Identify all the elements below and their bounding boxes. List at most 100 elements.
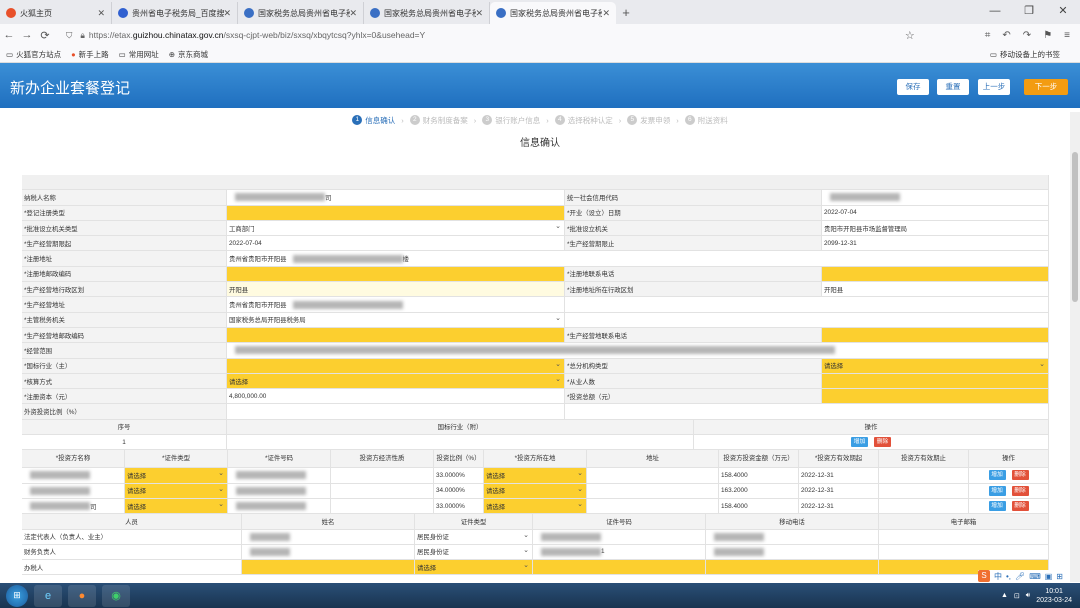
- network-icon[interactable]: ⊡: [1014, 592, 1020, 600]
- forward-icon[interactable]: →: [18, 29, 36, 41]
- location-select[interactable]: 请选择: [484, 498, 587, 514]
- person-email-field[interactable]: [879, 544, 1049, 560]
- amount-field[interactable]: 158.4000: [719, 468, 799, 483]
- person-email-field[interactable]: [879, 529, 1049, 544]
- business-scope-field[interactable]: [227, 343, 1049, 358]
- tab-close-icon[interactable]: ✕: [349, 8, 357, 19]
- field-value[interactable]: 开阳县: [822, 282, 1049, 297]
- start-date-field[interactable]: 2022-12-31: [799, 468, 879, 483]
- delete-button[interactable]: 删除: [874, 437, 891, 448]
- keyboard-icon[interactable]: ⌨: [1029, 572, 1041, 581]
- browser-tab[interactable]: 贵州省电子税务局_百度搜索 ✕: [112, 2, 238, 24]
- toolbox-icon[interactable]: ⊞: [1056, 572, 1063, 581]
- ratio-field[interactable]: 34.0000%: [434, 483, 484, 498]
- punctuation-icon[interactable]: •,: [1006, 572, 1011, 581]
- add-button[interactable]: 增加: [988, 470, 1006, 481]
- step-item[interactable]: 1 信息确认: [352, 115, 395, 126]
- scrollbar-thumb[interactable]: [1072, 152, 1078, 302]
- end-date-field[interactable]: [879, 468, 969, 483]
- menu-icon[interactable]: ≡: [1064, 30, 1070, 41]
- person-name-field[interactable]: [242, 544, 415, 560]
- field-value[interactable]: [227, 404, 565, 419]
- field-value[interactable]: [822, 373, 1049, 389]
- start-date-field[interactable]: 2022-12-31: [799, 483, 879, 498]
- field-value[interactable]: 贵州省贵阳市开阳县 楼: [227, 251, 1049, 266]
- mic-icon[interactable]: 🎤︎: [1015, 572, 1025, 581]
- firefox-taskbar-icon[interactable]: ●: [68, 584, 96, 607]
- bookmark-item[interactable]: ⊕ 京东商城: [169, 49, 208, 60]
- undo-icon[interactable]: ↶: [1002, 30, 1010, 41]
- new-tab-icon[interactable]: +: [616, 2, 636, 24]
- field-value[interactable]: [822, 389, 1049, 404]
- browser-tab[interactable]: 国家税务总局贵州省电子税务局✕: [364, 2, 490, 24]
- field-value[interactable]: [822, 190, 1049, 205]
- ime-mode[interactable]: 中: [994, 571, 1002, 582]
- field-value[interactable]: 开阳县: [227, 282, 565, 297]
- back-icon[interactable]: ←: [0, 29, 18, 41]
- clock[interactable]: 10:01 2023-03-24: [1036, 587, 1072, 605]
- person-phone-field[interactable]: [706, 560, 879, 575]
- add-button[interactable]: 增加: [988, 501, 1006, 512]
- id-number-field[interactable]: [228, 498, 331, 514]
- field-value[interactable]: 司: [227, 190, 565, 205]
- tab-close-icon[interactable]: ✕: [475, 8, 483, 19]
- industry-value[interactable]: [227, 435, 694, 450]
- investor-name[interactable]: [22, 468, 125, 483]
- end-date-field[interactable]: [879, 483, 969, 498]
- field-value[interactable]: 4,800,000.00: [227, 389, 565, 404]
- wechat-icon[interactable]: ◉: [102, 584, 130, 607]
- minimize-icon[interactable]: —: [978, 0, 1012, 24]
- reset-button[interactable]: 重置: [937, 79, 969, 95]
- bookmark-item[interactable]: ▭ 火狐官方站点: [6, 49, 61, 60]
- field-value[interactable]: 国家税务总局开阳县税务局: [227, 312, 565, 327]
- close-icon[interactable]: ✕: [1046, 0, 1080, 24]
- tab-close-icon[interactable]: ✕: [223, 8, 231, 19]
- end-date-field[interactable]: [879, 498, 969, 514]
- field-value[interactable]: 请选择: [822, 358, 1049, 373]
- amount-field[interactable]: 163.2000: [719, 483, 799, 498]
- mobile-bookmarks[interactable]: ▭ 移动设备上的书签: [990, 49, 1060, 60]
- id-type-select[interactable]: 请选择: [125, 498, 228, 514]
- step-item[interactable]: 5 发票申领: [627, 115, 670, 126]
- volume-icon[interactable]: 🔊︎: [1026, 592, 1030, 600]
- ratio-field[interactable]: 33.0000%: [434, 468, 484, 483]
- field-value[interactable]: 请选择: [227, 373, 565, 389]
- delete-button[interactable]: 删除: [1011, 501, 1029, 512]
- address-field[interactable]: [587, 468, 719, 483]
- address-field[interactable]: [587, 498, 719, 514]
- field-value[interactable]: [227, 327, 565, 343]
- location-select[interactable]: 请选择: [484, 468, 587, 483]
- investor-name[interactable]: 司: [22, 498, 125, 514]
- person-phone-field[interactable]: [706, 544, 879, 560]
- star-icon[interactable]: ☆: [905, 29, 915, 42]
- person-id-type-select[interactable]: 请选择: [415, 560, 533, 575]
- field-value[interactable]: [227, 358, 565, 373]
- add-button[interactable]: 增加: [851, 437, 868, 448]
- add-button[interactable]: 增加: [988, 485, 1006, 496]
- prev-button[interactable]: 上一步: [978, 79, 1010, 95]
- person-name-field[interactable]: [242, 529, 415, 544]
- tab-close-icon[interactable]: ✕: [97, 8, 105, 19]
- amount-field[interactable]: 158.4000: [719, 498, 799, 514]
- id-type-select[interactable]: 请选择: [125, 483, 228, 498]
- tray-expand-icon[interactable]: ▲: [1001, 592, 1008, 599]
- field-value[interactable]: 2022-07-04: [822, 205, 1049, 220]
- redo-icon[interactable]: ↷: [1023, 30, 1031, 41]
- field-value[interactable]: [227, 266, 565, 282]
- person-id-type-select[interactable]: 居民身份证: [415, 529, 533, 544]
- bookmark-item[interactable]: ▭ 常用网址: [119, 49, 159, 60]
- windows-start-icon[interactable]: ⊞: [6, 584, 28, 607]
- delete-button[interactable]: 删除: [1011, 470, 1029, 481]
- ratio-field[interactable]: 33.0000%: [434, 498, 484, 514]
- delete-button[interactable]: 删除: [1011, 485, 1029, 496]
- maximize-icon[interactable]: ❐: [1012, 0, 1046, 24]
- tab-close-icon[interactable]: ✕: [602, 8, 610, 19]
- browser-tab[interactable]: 国家税务总局贵州省电子税务局✕: [238, 2, 364, 24]
- crop-icon[interactable]: ⌗: [985, 30, 991, 41]
- field-value[interactable]: 2099-12-31: [822, 236, 1049, 251]
- skin-icon[interactable]: ▣: [1045, 572, 1053, 581]
- person-id-number-field[interactable]: [533, 560, 706, 575]
- economic-nature-field[interactable]: [331, 483, 434, 498]
- field-value[interactable]: 2022-07-04: [227, 236, 565, 251]
- browser-tab[interactable]: 火狐主页 ✕: [0, 2, 112, 24]
